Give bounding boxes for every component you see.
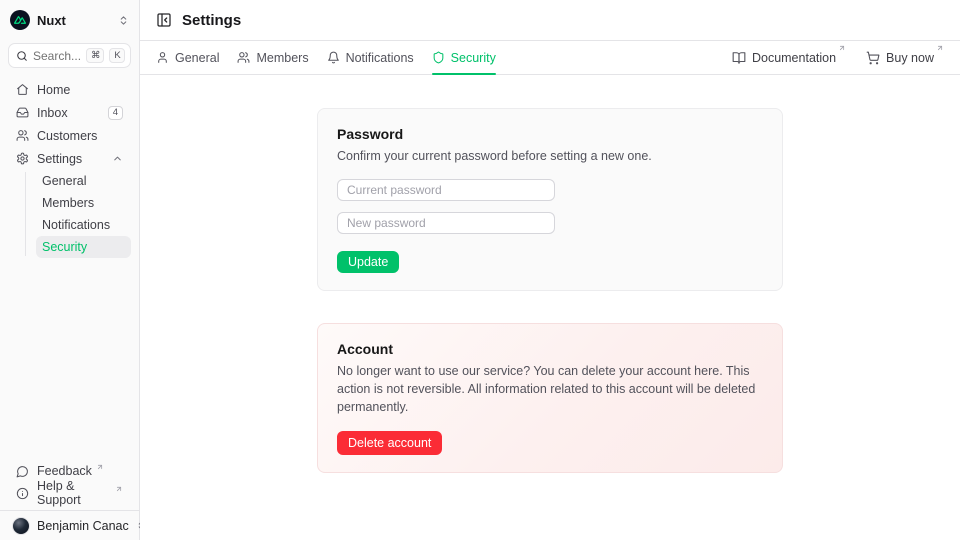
shield-icon bbox=[432, 51, 445, 64]
sidebar-item-label: Notifications bbox=[42, 218, 110, 232]
sidebar-item-label: Customers bbox=[37, 129, 123, 143]
users-icon bbox=[16, 129, 29, 142]
new-password-field[interactable] bbox=[337, 212, 555, 234]
sidebar-item-label: General bbox=[42, 174, 86, 188]
documentation-link[interactable]: Documentation bbox=[732, 41, 846, 74]
sidebar-item-settings[interactable]: Settings bbox=[8, 147, 131, 170]
footer-link-label: Help & Support bbox=[37, 479, 111, 507]
settings-submenu: General Members Notifications Security bbox=[25, 170, 131, 258]
tab-general[interactable]: General bbox=[156, 41, 219, 74]
help-support-link[interactable]: Help & Support bbox=[8, 482, 131, 504]
users-icon bbox=[237, 51, 250, 64]
tab-label: Members bbox=[256, 51, 308, 65]
tab-label: Notifications bbox=[346, 51, 414, 65]
tab-label: General bbox=[175, 51, 219, 65]
password-card-title: Password bbox=[337, 126, 763, 142]
tabbar-actions: Documentation Buy now bbox=[732, 41, 944, 74]
tab-label: Security bbox=[451, 51, 496, 65]
sidebar-item-inbox[interactable]: Inbox 4 bbox=[8, 101, 131, 124]
tab-members[interactable]: Members bbox=[237, 41, 308, 74]
password-card: Password Confirm your current password b… bbox=[317, 108, 783, 291]
sidebar-item-members[interactable]: Members bbox=[36, 192, 131, 214]
kbd-k: K bbox=[109, 48, 125, 63]
search-placeholder: Search... bbox=[33, 49, 81, 63]
sidebar-menu: Home Inbox 4 Customers Settings bbox=[0, 78, 139, 258]
home-icon bbox=[16, 83, 29, 96]
sidebar-spacer bbox=[0, 258, 139, 460]
team-name: Nuxt bbox=[37, 13, 111, 28]
delete-account-button[interactable]: Delete account bbox=[337, 431, 442, 455]
avatar bbox=[12, 517, 30, 535]
book-open-icon bbox=[732, 51, 746, 65]
shopping-cart-icon bbox=[866, 51, 880, 65]
page-title: Settings bbox=[182, 12, 241, 29]
sidebar-item-label: Home bbox=[37, 83, 123, 97]
nuxt-logo-icon bbox=[10, 10, 30, 30]
sidebar-item-label: Members bbox=[42, 196, 94, 210]
sidebar-item-customers[interactable]: Customers bbox=[8, 124, 131, 147]
kbd-meta: ⌘ bbox=[86, 48, 104, 63]
sidebar-item-general[interactable]: General bbox=[36, 170, 131, 192]
tab-notifications[interactable]: Notifications bbox=[327, 41, 414, 74]
external-link-icon bbox=[936, 44, 944, 52]
team-switcher[interactable]: Nuxt bbox=[0, 0, 139, 38]
sidebar-item-home[interactable]: Home bbox=[8, 78, 131, 101]
search-icon bbox=[16, 50, 28, 62]
password-card-description: Confirm your current password before set… bbox=[337, 147, 763, 165]
info-circle-icon bbox=[16, 487, 29, 500]
sidebar-item-security[interactable]: Security bbox=[36, 236, 131, 258]
chevron-up-icon bbox=[112, 153, 123, 164]
account-card-description: No longer want to use our service? You c… bbox=[337, 362, 763, 416]
sidebar-item-notifications[interactable]: Notifications bbox=[36, 214, 131, 236]
external-link-icon bbox=[838, 44, 846, 52]
chevrons-up-down-icon bbox=[118, 15, 129, 26]
tabbar: General Members Notifications bbox=[140, 41, 960, 75]
bell-icon bbox=[327, 51, 340, 64]
app-window: Nuxt Search... ⌘ K Home bbox=[0, 0, 960, 540]
external-link-icon bbox=[115, 485, 123, 493]
account-card-title: Account bbox=[337, 341, 763, 357]
collapse-sidebar-icon[interactable] bbox=[156, 12, 172, 28]
sidebar: Nuxt Search... ⌘ K Home bbox=[0, 0, 140, 540]
buy-now-link[interactable]: Buy now bbox=[866, 41, 944, 74]
inbox-icon bbox=[16, 106, 29, 119]
chat-bubble-icon bbox=[16, 465, 29, 478]
external-link-icon bbox=[96, 463, 104, 471]
tab-security[interactable]: Security bbox=[432, 41, 496, 74]
user-icon bbox=[156, 51, 169, 64]
inbox-count-badge: 4 bbox=[108, 106, 123, 120]
footer-link-label: Feedback bbox=[37, 464, 92, 478]
update-password-button[interactable]: Update bbox=[337, 251, 399, 273]
user-name: Benjamin Canac bbox=[37, 519, 129, 533]
account-card: Account No longer want to use our servic… bbox=[317, 323, 783, 472]
sidebar-item-label: Inbox bbox=[37, 106, 100, 120]
settings-security-content: Password Confirm your current password b… bbox=[140, 75, 960, 540]
toolbar-link-label: Buy now bbox=[886, 51, 934, 65]
current-password-field[interactable] bbox=[337, 179, 555, 201]
search-input[interactable]: Search... ⌘ K bbox=[8, 43, 131, 68]
sidebar-item-label: Settings bbox=[37, 152, 104, 166]
tabs: General Members Notifications bbox=[156, 41, 496, 74]
sidebar-item-label: Security bbox=[42, 240, 87, 254]
sidebar-footer-links: Feedback Help & Support bbox=[0, 460, 139, 510]
page-header: Settings bbox=[140, 0, 960, 41]
user-menu[interactable]: Benjamin Canac bbox=[0, 510, 139, 540]
main-panel: Settings General Members bbox=[140, 0, 960, 540]
toolbar-link-label: Documentation bbox=[752, 51, 836, 65]
gear-icon bbox=[16, 152, 29, 165]
